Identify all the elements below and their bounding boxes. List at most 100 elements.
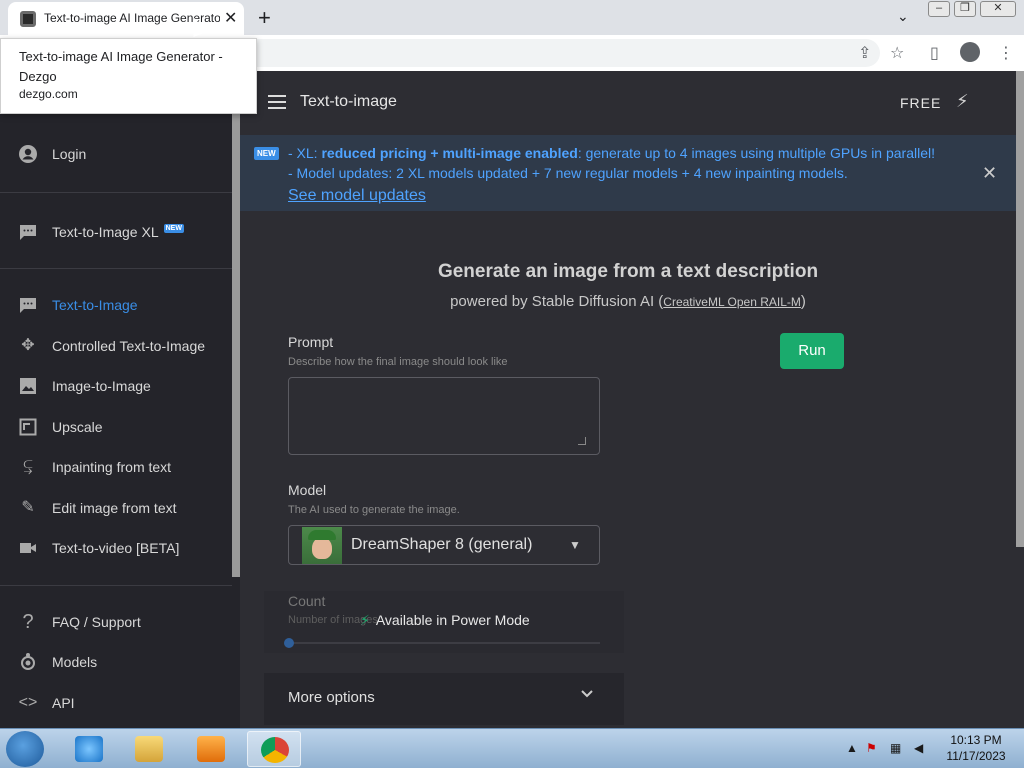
close-window-button[interactable]: ✕: [980, 1, 1016, 17]
taskbar-internet-explorer[interactable]: [62, 731, 116, 767]
sidebar-item-edit-image[interactable]: ✎ Edit image from text: [0, 490, 232, 526]
subheading-text: ): [800, 293, 806, 310]
sidebar-item-api[interactable]: <> API: [0, 685, 232, 721]
tab-close-icon[interactable]: ✕: [224, 8, 237, 28]
announcement-banner: NEW - XL: reduced pricing + multi-image …: [240, 135, 1016, 211]
banner-text: : generate up to 4 images using multiple…: [577, 145, 936, 161]
new-badge: NEW: [163, 224, 184, 233]
plan-label[interactable]: FREE: [900, 95, 941, 111]
prompt-input[interactable]: [288, 377, 600, 455]
sidebar-divider: [0, 268, 232, 269]
sidebar-item-label: Models: [52, 654, 98, 670]
sidebar-item-login[interactable]: Login: [0, 136, 232, 172]
sidebar-item-upscale[interactable]: Upscale: [0, 409, 232, 445]
star-icon[interactable]: ☆: [890, 43, 904, 63]
sidebar-item-faq[interactable]: ? FAQ / Support: [0, 604, 232, 640]
subheading-text: powered by Stable Diffusion AI (: [450, 293, 664, 310]
maximize-button[interactable]: ❐: [954, 1, 976, 17]
sidebar-divider: [0, 585, 232, 586]
taskbar-file-explorer[interactable]: [122, 731, 176, 767]
dezgo-favicon-icon: [20, 11, 36, 27]
model-hint: The AI used to generate the image.: [288, 504, 460, 516]
image-icon: [18, 376, 38, 396]
page-scrollbar[interactable]: [1016, 71, 1024, 547]
model-select[interactable]: DreamShaper 8 (general) ▼: [288, 525, 600, 565]
share-icon[interactable]: ⇪: [858, 43, 871, 63]
profile-icon[interactable]: [960, 42, 980, 62]
banner-bold-text: reduced pricing + multi-image enabled: [321, 145, 578, 161]
app-bar: Text-to-image FREE ⚡: [240, 71, 1016, 135]
sidebar-item-models[interactable]: Models: [0, 644, 232, 680]
count-label: Count: [288, 593, 326, 609]
prompt-hint: Describe how the final image should look…: [288, 356, 508, 368]
close-icon[interactable]: ✕: [982, 163, 997, 184]
banner-line-2: - Model updates: 2 XL models updated + 7…: [288, 165, 848, 181]
sidebar-item-label: Edit image from text: [52, 500, 177, 516]
license-link[interactable]: CreativeML Open RAIL-M: [663, 295, 801, 309]
media-player-icon: [197, 736, 225, 762]
power-mode-notice: ⚡ Available in Power Mode: [360, 612, 530, 629]
page: Login Text-to-Image XL NEW Text-to-Image …: [0, 71, 1024, 728]
sidebar-item-label: FAQ / Support: [52, 614, 141, 630]
bolt-icon: ⚡: [360, 612, 370, 628]
count-slider-track: [288, 642, 600, 644]
tab-strip: Text-to-image AI Image Generator - Dezgo…: [0, 0, 1024, 35]
wrap-text-icon: ⥹: [23, 458, 33, 475]
tab-search-icon[interactable]: ⌄: [897, 8, 909, 25]
page-title: Text-to-image: [300, 93, 397, 110]
sidebar-item-text-to-image[interactable]: Text-to-Image: [0, 287, 232, 323]
side-panel-icon[interactable]: ▯: [930, 43, 939, 63]
sidebar-item-text-to-image-xl[interactable]: Text-to-Image XL NEW: [0, 214, 232, 250]
hover-card-domain: dezgo.com: [19, 87, 78, 101]
clock-time[interactable]: 10:13 PM: [936, 733, 1016, 747]
sidebar-item-image-to-image[interactable]: Image-to-Image: [0, 368, 232, 404]
count-slider-knob: [284, 638, 294, 648]
start-button[interactable]: [6, 731, 44, 767]
sidebar-item-label: Text-to-Image: [52, 297, 138, 313]
menu-icon[interactable]: ⋮: [998, 43, 1014, 63]
sidebar-item-label: API: [52, 695, 75, 711]
video-icon: [18, 538, 38, 558]
chat-icon: [18, 222, 38, 242]
model-selected-value: DreamShaper 8 (general): [351, 536, 533, 553]
main-heading: Generate an image from a text descriptio…: [437, 261, 819, 282]
sidebar-item-label: Inpainting from text: [52, 459, 172, 475]
minimize-button[interactable]: –: [928, 1, 950, 17]
address-bar[interactable]: [200, 39, 880, 67]
sidebar-item-inpainting[interactable]: ⥹ Inpainting from text: [0, 449, 232, 485]
taskbar-media-player[interactable]: [184, 731, 238, 767]
run-button[interactable]: Run: [780, 333, 844, 369]
more-options-accordion[interactable]: More options: [264, 673, 624, 725]
file-explorer-icon: [135, 736, 163, 762]
sidebar: Login Text-to-Image XL NEW Text-to-Image …: [0, 71, 240, 728]
dropdown-caret-icon: ▼: [569, 538, 581, 552]
sidebar-item-controlled-text-to-image[interactable]: ✥ Controlled Text-to-Image: [0, 328, 232, 364]
browser-tab[interactable]: Text-to-image AI Image Generator - Dezgo…: [8, 2, 244, 35]
power-mode-text: Available in Power Mode: [375, 612, 530, 628]
action-center-icon[interactable]: ⚑: [866, 741, 877, 755]
sidebar-divider: [0, 192, 232, 193]
hamburger-menu-icon[interactable]: [268, 95, 286, 109]
new-badge: NEW: [254, 147, 279, 160]
move-icon: ✥: [21, 337, 35, 354]
sidebar-item-label: Upscale: [52, 419, 103, 435]
sidebar-item-label: Text-to-video [BETA]: [52, 540, 180, 556]
models-icon: [18, 652, 38, 672]
sidebar-item-label: Image-to-Image: [52, 378, 151, 394]
taskbar: ▲ ⚑ ▦ ◀ 10:13 PM 11/17/2023: [0, 728, 1024, 768]
clock-date[interactable]: 11/17/2023: [936, 749, 1016, 763]
network-icon[interactable]: ▦: [890, 741, 901, 755]
volume-icon[interactable]: ◀: [914, 741, 923, 755]
resize-grip-icon[interactable]: [578, 437, 586, 445]
sidebar-item-text-to-video[interactable]: Text-to-video [BETA]: [0, 530, 232, 566]
sidebar-item-text: Text-to-Image XL: [52, 224, 159, 240]
new-tab-button[interactable]: +: [258, 5, 271, 31]
bolt-icon[interactable]: ⚡: [956, 91, 969, 112]
account-icon: [18, 144, 38, 164]
subheading: powered by Stable Diffusion AI (Creative…: [240, 293, 1016, 310]
model-updates-link[interactable]: See model updates: [288, 187, 426, 205]
tray-expand-icon[interactable]: ▲: [846, 741, 858, 755]
sidebar-scrollbar[interactable]: [232, 71, 240, 577]
chevron-down-icon: [580, 687, 594, 704]
taskbar-chrome[interactable]: [247, 731, 301, 767]
